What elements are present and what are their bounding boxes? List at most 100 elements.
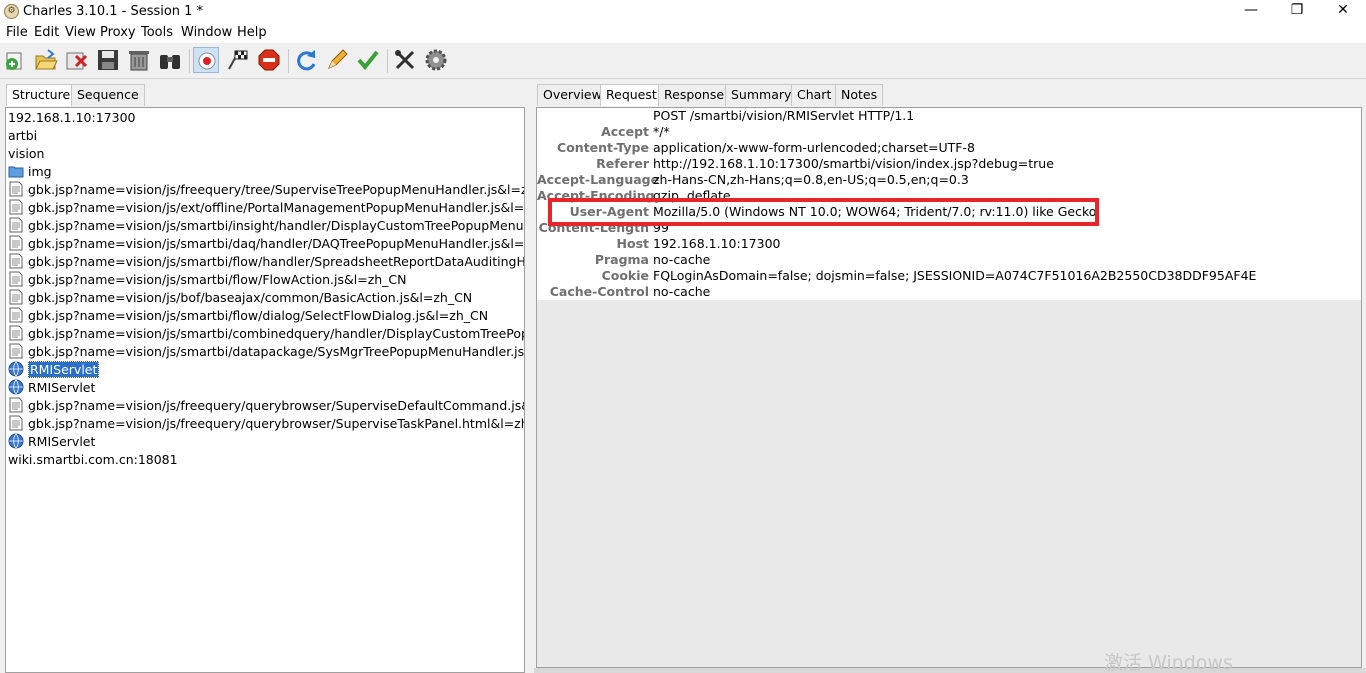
tree-node[interactable]: gbk.jsp?name=vision/js/smartbi/insight/h… (8, 217, 524, 235)
header-value[interactable]: */* (653, 124, 670, 140)
menu-window[interactable]: Window (181, 25, 232, 40)
request-headers-view: POST /smartbi/vision/RMIServlet HTTP/1.1… (536, 107, 1362, 668)
header-value[interactable]: no-cache (653, 252, 710, 268)
tree-node[interactable]: wiki.smartbi.com.cn:18081 (8, 451, 178, 469)
tree-node[interactable]: gbk.jsp?name=vision/js/freequery/tree/Su… (8, 181, 524, 199)
tree-node[interactable]: gbk.jsp?name=vision/js/smartbi/daq/handl… (8, 235, 525, 253)
menu-help[interactable]: Help (237, 25, 267, 40)
tree-node-label: gbk.jsp?name=vision/js/smartbi/daq/handl… (28, 236, 525, 251)
header-key: Accept (601, 124, 649, 139)
tree-node[interactable]: gbk.jsp?name=vision/js/ext/offline/Porta… (8, 199, 525, 217)
highlight-annotation (548, 198, 1099, 226)
tree-node[interactable]: gbk.jsp?name=vision/js/smartbi/flow/hand… (8, 253, 524, 271)
header-key: Pragma (594, 252, 649, 267)
document-icon (8, 343, 24, 359)
header-value[interactable]: no-cache (653, 284, 710, 300)
tree-node-label: artbi (8, 128, 38, 143)
settings-icon[interactable] (423, 47, 449, 73)
tree-node[interactable]: gbk.jsp?name=vision/js/freequery/querybr… (8, 415, 524, 433)
header-value[interactable]: POST /smartbi/vision/RMIServlet HTTP/1.1 (653, 108, 914, 124)
find-icon[interactable] (157, 47, 183, 73)
tab-response[interactable]: Response (658, 84, 731, 106)
tree-node[interactable]: gbk.jsp?name=vision/js/freequery/querybr… (8, 397, 524, 415)
breakpoints-icon[interactable] (256, 47, 282, 73)
structure-tree[interactable]: 192.168.1.10:17300 artbi vision img gbk.jsp?… (5, 107, 525, 673)
toolbar (0, 43, 1366, 79)
header-key: Cookie (601, 268, 649, 283)
tree-node[interactable]: gbk.jsp?name=vision/js/bof/baseajax/comm… (8, 289, 472, 307)
document-icon (8, 325, 24, 341)
tree-node[interactable]: RMIServlet (8, 379, 95, 397)
document-icon (8, 235, 24, 251)
document-icon (8, 415, 24, 431)
tab-overview[interactable]: Overview (537, 84, 608, 106)
structure-panel: Structure Sequence 192.168.1.10:17300 art… (5, 84, 529, 673)
tree-node-label: gbk.jsp?name=vision/js/bof/baseajax/comm… (28, 290, 473, 305)
tree-node[interactable]: gbk.jsp?name=vision/js/smartbi/flow/dial… (8, 307, 488, 325)
header-key: Content-Type (557, 140, 649, 155)
header-key (537, 108, 649, 124)
throttle-icon[interactable] (225, 47, 251, 73)
menu-file[interactable]: File (6, 25, 28, 40)
tools-icon[interactable] (392, 47, 418, 73)
window-title: Charles 3.10.1 - Session 1 * (23, 4, 204, 19)
menu-tools[interactable]: Tools (141, 25, 173, 40)
tree-node[interactable]: img (8, 163, 52, 181)
tree-node-label: gbk.jsp?name=vision/js/smartbi/insight/h… (28, 218, 524, 233)
tab-sequence[interactable]: Sequence (71, 84, 145, 106)
header-key: Cache-Control (549, 284, 649, 299)
tree-node[interactable]: gbk.jsp?name=vision/js/smartbi/datapacka… (8, 343, 525, 361)
tree-node-label: wiki.smartbi.com.cn:18081 (8, 452, 178, 467)
tree-node[interactable]: vision (8, 145, 44, 163)
close-button[interactable]: ✕ (1320, 0, 1366, 23)
tree-node[interactable]: gbk.jsp?name=vision/js/smartbi/flow/Flow… (8, 271, 407, 289)
tab-chart[interactable]: Chart (791, 84, 838, 106)
tree-node-label: gbk.jsp?name=vision/js/freequery/querybr… (28, 398, 524, 413)
menu-proxy[interactable]: Proxy (100, 25, 136, 40)
tab-summary[interactable]: Summary (725, 84, 798, 106)
document-icon (8, 217, 24, 233)
header-value[interactable]: FQLoginAsDomain=false; dojsmin=false; JS… (653, 268, 1256, 284)
tree-node-label: vision (8, 146, 45, 161)
header-value[interactable]: application/x-www-form-urlencoded;charse… (653, 140, 975, 156)
tree-node-label: gbk.jsp?name=vision/js/smartbi/datapacka… (28, 344, 525, 359)
close-session-icon[interactable] (64, 47, 90, 73)
tab-structure[interactable]: Structure (6, 84, 77, 106)
open-session-icon[interactable] (33, 47, 59, 73)
tree-node[interactable]: RMIServlet (8, 433, 95, 451)
globe-icon (8, 379, 24, 395)
tree-node-label: gbk.jsp?name=vision/js/smartbi/flow/dial… (28, 308, 489, 323)
header-value[interactable]: zh-Hans-CN,zh-Hans;q=0.8,en-US;q=0.5,en;… (653, 172, 969, 188)
tab-notes[interactable]: Notes (835, 84, 884, 106)
record-icon[interactable] (193, 47, 219, 73)
menu-view[interactable]: View (65, 25, 96, 40)
header-value[interactable]: 192.168.1.10:17300 (653, 236, 780, 252)
minimize-button[interactable]: — (1228, 0, 1274, 23)
repeat-icon[interactable] (293, 47, 319, 73)
validate-icon[interactable] (355, 47, 381, 73)
tree-node[interactable]: gbk.jsp?name=vision/js/smartbi/combinedq… (8, 325, 524, 343)
clear-icon[interactable] (126, 47, 152, 73)
document-icon (8, 289, 24, 305)
maximize-button[interactable]: ❐ (1274, 0, 1320, 23)
document-icon (8, 397, 24, 413)
tree-node[interactable]: 192.168.1.10:17300 (8, 109, 135, 127)
tree-node[interactable]: RMIServlet (8, 361, 100, 379)
header-value[interactable]: http://192.168.1.10:17300/smartbi/vision… (653, 156, 1054, 172)
document-icon (8, 271, 24, 287)
header-key: Referer (596, 156, 649, 171)
new-session-icon[interactable] (3, 47, 29, 73)
bottom-strip (534, 668, 1366, 673)
charles-app-icon: ⚙ (4, 4, 19, 19)
menu-edit[interactable]: Edit (34, 25, 59, 40)
save-icon[interactable] (95, 47, 121, 73)
tree-node[interactable]: artbi (8, 127, 37, 145)
tree-node-label: 192.168.1.10:17300 (8, 110, 136, 125)
menu-bar: File Edit View Proxy Tools Window Help (0, 23, 1366, 43)
document-icon (8, 307, 24, 323)
tree-node-label: gbk.jsp?name=vision/js/ext/offline/Porta… (28, 200, 525, 215)
folder-icon (8, 163, 24, 179)
tab-request[interactable]: Request (600, 84, 663, 106)
header-key: Accept-Language (537, 172, 660, 187)
edit-icon[interactable] (324, 47, 350, 73)
